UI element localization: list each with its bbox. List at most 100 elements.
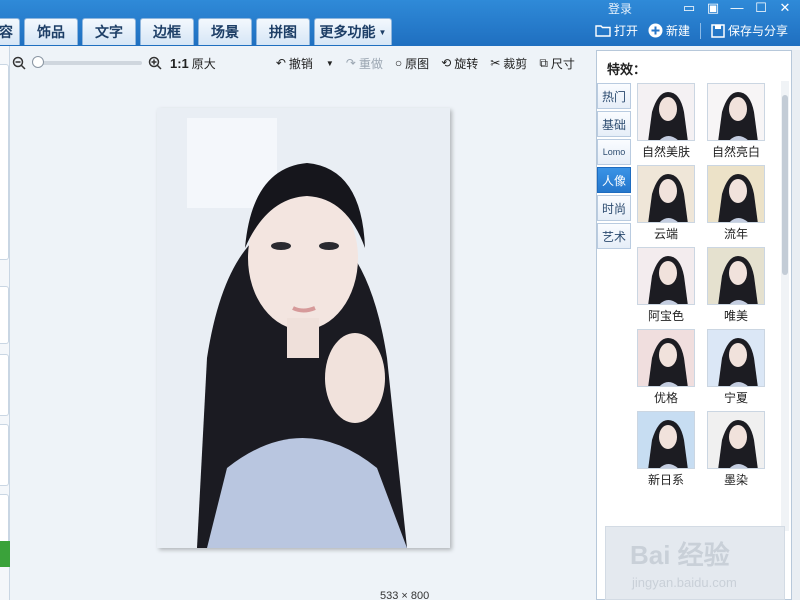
skin-icon[interactable]: ▣ xyxy=(706,0,720,16)
tab-accessories-label: 饰品 xyxy=(37,24,65,40)
redo-button[interactable]: ↷ 重做 xyxy=(346,55,383,72)
open-label: 打开 xyxy=(613,24,638,38)
login-link[interactable]: 登录 xyxy=(608,0,632,17)
crop-label: 裁剪 xyxy=(503,56,528,71)
left-panel-segment[interactable] xyxy=(0,424,9,486)
new-badge xyxy=(0,541,10,567)
save-icon xyxy=(711,23,725,38)
window-controls: ▭ ▣ — ☐ ✕ xyxy=(682,0,792,16)
effect-label: 宁夏 xyxy=(723,391,748,405)
tab-scene[interactable]: 场景 xyxy=(198,18,252,45)
effect-label: 新日系 xyxy=(647,473,684,487)
effect-preview-image xyxy=(637,411,695,469)
effects-scrollbar[interactable] xyxy=(781,81,789,531)
effect-thumbnail[interactable]: 唯美 xyxy=(707,247,765,324)
window-edge xyxy=(792,50,800,600)
category-lomo[interactable]: Lomo xyxy=(597,139,631,165)
message-icon[interactable]: ▭ xyxy=(682,0,696,16)
undo-history-dropdown-icon[interactable]: ▼ xyxy=(326,59,334,68)
left-panel-segment[interactable] xyxy=(0,354,9,416)
effect-thumbnail[interactable]: 自然美肤 xyxy=(637,83,695,160)
effect-label: 云端 xyxy=(653,227,678,241)
effect-thumbnails: 自然美肤 自然亮白云端 流年阿宝色 唯美优格 宁夏新日系 墨染 xyxy=(637,83,777,513)
watermark-logo: Bai 经验 xyxy=(630,540,730,570)
open-button[interactable]: 打开 xyxy=(595,22,638,39)
new-button[interactable]: 新建 xyxy=(648,22,690,39)
effect-preview-image xyxy=(707,165,765,223)
size-label: 尺寸 xyxy=(550,56,575,71)
effect-thumbnail[interactable]: 阿宝色 xyxy=(637,247,695,324)
effect-preview-image xyxy=(637,329,695,387)
top-bar: 容 饰品 文字 边框 场景 拼图 更多功能 ▼ 登录 ▭ ▣ — ☐ ✕ 打开 新… xyxy=(0,0,800,46)
one-to-one-button[interactable]: 1:1 xyxy=(170,56,189,71)
effect-thumbnail[interactable]: 云端 xyxy=(637,165,695,242)
effect-thumbnail[interactable]: 新日系 xyxy=(637,411,695,488)
effect-label: 流年 xyxy=(723,227,748,241)
save-share-button[interactable]: 保存与分享 xyxy=(711,22,788,39)
status-bar: 533 × 800 xyxy=(380,590,429,600)
scissors-icon: ✂ xyxy=(490,56,501,70)
rotate-button[interactable]: ⟲ 旋转 xyxy=(441,55,478,72)
zoom-in-icon[interactable] xyxy=(148,56,162,70)
effects-title: 特效： xyxy=(607,62,647,77)
original-size-label[interactable]: 原大 xyxy=(192,55,216,72)
file-actions: 打开 新建 保存与分享 xyxy=(595,22,788,39)
left-panel-segment[interactable] xyxy=(0,64,9,260)
maximize-icon[interactable]: ☐ xyxy=(754,0,768,16)
zoom-slider[interactable] xyxy=(32,56,142,68)
tab-collage[interactable]: 拼图 xyxy=(256,18,310,45)
tab-beauty[interactable]: 容 xyxy=(0,18,20,45)
category-basic[interactable]: 基础 xyxy=(597,111,631,137)
effect-thumbnail[interactable]: 宁夏 xyxy=(707,329,765,406)
left-panel-segment[interactable] xyxy=(0,286,9,344)
effect-thumbnail[interactable]: 墨染 xyxy=(707,411,765,488)
effect-preview-image xyxy=(707,329,765,387)
category-label: 基础 xyxy=(601,117,626,132)
undo-button[interactable]: ↶ 撤销 ▼ xyxy=(276,55,334,72)
zoom-slider-handle[interactable] xyxy=(32,56,44,68)
tab-border[interactable]: 边框 xyxy=(140,18,194,45)
effect-label: 自然美肤 xyxy=(641,145,690,159)
effect-preview-image xyxy=(637,247,695,305)
tab-more-features[interactable]: 更多功能 ▼ xyxy=(314,18,392,45)
category-label: 人像 xyxy=(601,173,626,188)
resize-button[interactable]: ⧉ 尺寸 xyxy=(539,55,575,72)
effect-thumbnail[interactable]: 优格 xyxy=(637,329,695,406)
minimize-icon[interactable]: — xyxy=(730,0,744,16)
category-hot[interactable]: 热门 xyxy=(597,83,631,109)
resize-icon: ⧉ xyxy=(539,55,548,70)
original-image-button[interactable]: ○ 原图 xyxy=(395,55,429,72)
effect-thumbnail[interactable]: 流年 xyxy=(707,165,765,242)
edited-photo[interactable] xyxy=(157,108,450,548)
category-portrait[interactable]: 人像 xyxy=(597,167,631,193)
category-art[interactable]: 艺术 xyxy=(597,223,631,249)
tab-accessories[interactable]: 饰品 xyxy=(24,18,78,45)
effect-label: 唯美 xyxy=(723,309,748,323)
category-label: 时尚 xyxy=(601,201,626,216)
tab-collage-label: 拼图 xyxy=(269,24,297,40)
effects-scrollbar-thumb[interactable] xyxy=(782,95,788,275)
divider xyxy=(699,22,701,39)
effect-preview-image xyxy=(707,83,765,141)
tab-text-label: 文字 xyxy=(95,24,123,40)
effect-thumbnail[interactable]: 自然亮白 xyxy=(707,83,765,160)
zoom-out-icon[interactable] xyxy=(12,56,26,70)
login-label: 登录 xyxy=(608,2,633,16)
rotate-label: 旋转 xyxy=(454,56,479,71)
redo-label: 重做 xyxy=(358,56,383,71)
tab-border-label: 边框 xyxy=(153,24,181,40)
effects-panel: 特效： 热门 基础 Lomo 人像 时尚 艺术 自然美肤 自然亮白云端 流年阿宝色 唯… xyxy=(596,50,792,600)
crop-button[interactable]: ✂ 裁剪 xyxy=(490,55,527,72)
zoom-control xyxy=(12,56,162,70)
effect-label: 自然亮白 xyxy=(711,145,760,159)
folder-icon xyxy=(595,25,611,37)
rotate-icon: ⟲ xyxy=(441,56,452,70)
effect-preview-image xyxy=(637,165,695,223)
category-fashion[interactable]: 时尚 xyxy=(597,195,631,221)
close-icon[interactable]: ✕ xyxy=(778,0,792,16)
tab-more-label: 更多功能 xyxy=(319,24,376,40)
effect-preview-image xyxy=(707,247,765,305)
category-label: Lomo xyxy=(602,147,626,157)
main-tabs: 容 饰品 文字 边框 场景 拼图 更多功能 ▼ xyxy=(0,18,396,46)
tab-text[interactable]: 文字 xyxy=(82,18,136,45)
